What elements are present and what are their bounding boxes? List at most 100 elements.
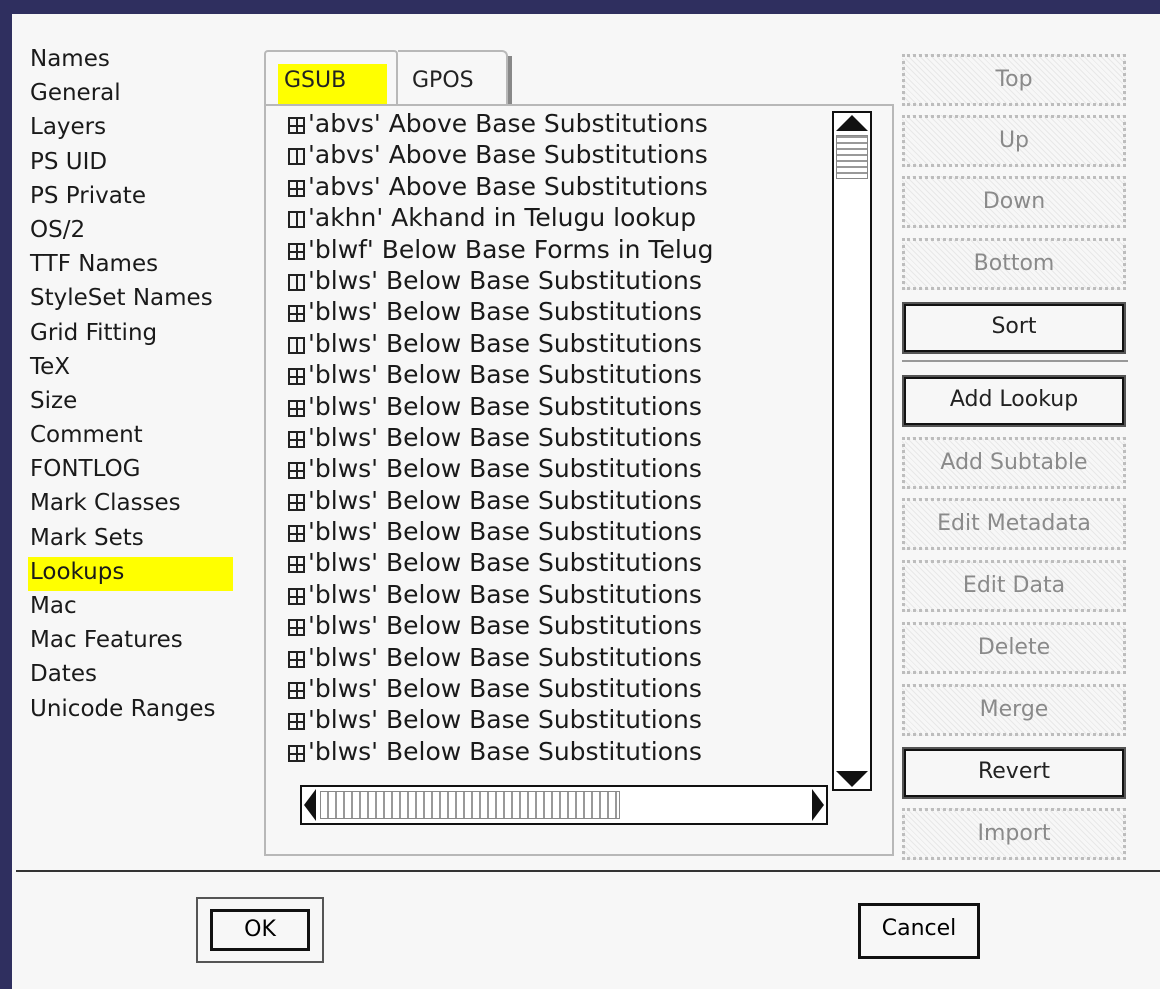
lookup-row[interactable]: 'blws' Below Base Substitutions bbox=[288, 674, 834, 705]
expand-icon[interactable] bbox=[288, 525, 305, 543]
scroll-right-arrow-icon[interactable] bbox=[812, 789, 824, 821]
lookup-row[interactable]: 'blws' Below Base Substitutions bbox=[288, 737, 834, 768]
lookup-row[interactable]: 'blwf' Below Base Forms in Telug bbox=[288, 235, 834, 266]
sidebar: Names General Layers PS UID PS Private OS/2 TT… bbox=[28, 44, 268, 728]
sidebar-item-mac-features[interactable]: Mac Features bbox=[28, 625, 268, 659]
sidebar-item-general[interactable]: General bbox=[28, 78, 268, 112]
tab-gsub-label: GSUB bbox=[284, 68, 347, 93]
horizontal-scrollbar[interactable] bbox=[300, 785, 828, 825]
expand-icon[interactable] bbox=[288, 650, 305, 668]
expand-icon[interactable] bbox=[288, 744, 305, 762]
tab-gpos[interactable]: GPOS bbox=[398, 50, 512, 108]
collapse-icon[interactable] bbox=[288, 336, 305, 354]
scroll-left-arrow-icon[interactable] bbox=[304, 789, 316, 821]
lookup-label: 'abvs' Above Base Substitutions bbox=[308, 109, 708, 138]
lookup-row[interactable]: 'blws' Below Base Substitutions bbox=[288, 580, 834, 611]
expand-icon[interactable] bbox=[288, 682, 305, 700]
expand-icon[interactable] bbox=[288, 713, 305, 731]
expand-icon[interactable] bbox=[288, 556, 305, 574]
expand-icon[interactable] bbox=[288, 587, 305, 605]
edit-data-button[interactable]: Edit Data bbox=[902, 560, 1126, 612]
expand-icon[interactable] bbox=[288, 462, 305, 480]
sidebar-item-unicode-ranges[interactable]: Unicode Ranges bbox=[28, 694, 268, 728]
sidebar-item-ps-private[interactable]: PS Private bbox=[28, 181, 268, 215]
sidebar-item-dates[interactable]: Dates bbox=[28, 659, 268, 693]
sidebar-item-tex[interactable]: TeX bbox=[28, 352, 268, 386]
lookup-row[interactable]: 'abvs' Above Base Substitutions bbox=[288, 109, 834, 140]
lookup-label: 'blws' Below Base Substitutions bbox=[308, 674, 702, 704]
merge-button[interactable]: Merge bbox=[902, 684, 1126, 736]
expand-icon[interactable] bbox=[288, 305, 305, 323]
vertical-scroll-thumb[interactable] bbox=[836, 135, 868, 179]
lookup-row[interactable]: 'blws' Below Base Substitutions bbox=[288, 486, 834, 517]
sidebar-item-fontlog[interactable]: FONTLOG bbox=[28, 454, 268, 488]
expand-icon[interactable] bbox=[288, 430, 305, 448]
lookup-row[interactable]: 'blws' Below Base Substitutions bbox=[288, 517, 834, 548]
lookup-label: 'blws' Below Base Substitutions bbox=[308, 360, 702, 390]
lookup-label: 'blws' Below Base Substitutions bbox=[308, 705, 702, 735]
expand-icon[interactable] bbox=[288, 242, 305, 260]
collapse-icon[interactable] bbox=[288, 148, 305, 166]
add-subtable-button[interactable]: Add Subtable bbox=[902, 437, 1126, 489]
cancel-button[interactable]: Cancel bbox=[858, 903, 980, 959]
lookup-row[interactable]: 'blws' Below Base Substitutions bbox=[288, 423, 834, 454]
lookup-row[interactable]: 'blws' Below Base Substitutions bbox=[288, 329, 834, 360]
lookup-list[interactable]: 'abvs' Above Base Substitutions'abvs' Ab… bbox=[288, 109, 834, 781]
expand-icon[interactable] bbox=[288, 117, 305, 134]
sidebar-item-ps-uid[interactable]: PS UID bbox=[28, 147, 268, 181]
lookup-row[interactable]: 'blws' Below Base Substitutions bbox=[288, 392, 834, 423]
scroll-down-arrow-icon[interactable] bbox=[836, 771, 868, 787]
top-button[interactable]: Top bbox=[902, 54, 1126, 106]
sort-button[interactable]: Sort bbox=[902, 302, 1126, 354]
vertical-scrollbar[interactable] bbox=[832, 111, 872, 791]
expand-icon[interactable] bbox=[288, 619, 305, 637]
tab-gsub[interactable]: GSUB bbox=[264, 50, 398, 106]
collapse-icon[interactable] bbox=[288, 211, 305, 229]
collapse-icon[interactable] bbox=[288, 273, 305, 291]
edit-metadata-button[interactable]: Edit Metadata bbox=[902, 498, 1126, 550]
sidebar-item-styleset-names[interactable]: StyleSet Names bbox=[28, 283, 268, 317]
expand-icon[interactable] bbox=[288, 368, 305, 386]
horizontal-scroll-thumb[interactable] bbox=[320, 791, 620, 819]
lookup-row[interactable]: 'blws' Below Base Substitutions bbox=[288, 360, 834, 391]
sidebar-item-layers[interactable]: Layers bbox=[28, 112, 268, 146]
delete-button[interactable]: Delete bbox=[902, 622, 1126, 674]
sidebar-item-size[interactable]: Size bbox=[28, 386, 268, 420]
sidebar-item-mac[interactable]: Mac bbox=[28, 591, 268, 625]
sidebar-item-names[interactable]: Names bbox=[28, 44, 268, 78]
button-separator bbox=[902, 360, 1128, 362]
ok-button[interactable]: OK bbox=[210, 909, 310, 951]
ok-button-frame[interactable]: OK bbox=[196, 897, 324, 963]
down-button[interactable]: Down bbox=[902, 176, 1126, 228]
sidebar-item-grid-fitting[interactable]: Grid Fitting bbox=[28, 318, 268, 352]
lookup-row[interactable]: 'blws' Below Base Substitutions bbox=[288, 454, 834, 485]
lookup-label: 'blws' Below Base Substitutions bbox=[308, 642, 702, 672]
lookup-label: 'blws' Below Base Substitutions bbox=[308, 736, 702, 766]
sidebar-item-mark-sets[interactable]: Mark Sets bbox=[28, 523, 268, 557]
lookup-row[interactable]: 'abvs' Above Base Substitutions bbox=[288, 140, 834, 171]
expand-icon[interactable] bbox=[288, 179, 305, 197]
lookup-label: 'blws' Below Base Substitutions bbox=[308, 517, 702, 547]
lookup-row[interactable]: 'blws' Below Base Substitutions bbox=[288, 611, 834, 642]
scroll-up-arrow-icon[interactable] bbox=[836, 115, 868, 131]
sidebar-item-os-2[interactable]: OS/2 bbox=[28, 215, 268, 249]
expand-icon[interactable] bbox=[288, 399, 305, 417]
sidebar-item-lookups[interactable]: Lookups bbox=[28, 556, 233, 591]
revert-button[interactable]: Revert bbox=[902, 747, 1126, 799]
import-button[interactable]: Import bbox=[902, 808, 1126, 860]
lookup-row[interactable]: 'blws' Below Base Substitutions bbox=[288, 266, 834, 297]
lookup-row[interactable]: 'blws' Below Base Substitutions bbox=[288, 643, 834, 674]
lookup-row[interactable]: 'akhn' Akhand in Telugu lookup bbox=[288, 203, 834, 234]
sidebar-item-comment[interactable]: Comment bbox=[28, 420, 268, 454]
lookup-row[interactable]: 'abvs' Above Base Substitutions bbox=[288, 172, 834, 203]
add-lookup-button[interactable]: Add Lookup bbox=[902, 375, 1126, 427]
bottom-button[interactable]: Bottom bbox=[902, 238, 1126, 290]
expand-icon[interactable] bbox=[288, 493, 305, 511]
sidebar-item-ttf-names[interactable]: TTF Names bbox=[28, 249, 268, 283]
lookup-row[interactable]: 'blws' Below Base Substitutions bbox=[288, 548, 834, 579]
lookup-row[interactable]: 'blws' Below Base Substitutions bbox=[288, 297, 834, 328]
lookup-label: 'blws' Below Base Substitutions bbox=[308, 422, 702, 452]
sidebar-item-mark-classes[interactable]: Mark Classes bbox=[28, 488, 268, 522]
lookup-row[interactable]: 'blws' Below Base Substitutions bbox=[288, 705, 834, 736]
up-button[interactable]: Up bbox=[902, 115, 1126, 167]
